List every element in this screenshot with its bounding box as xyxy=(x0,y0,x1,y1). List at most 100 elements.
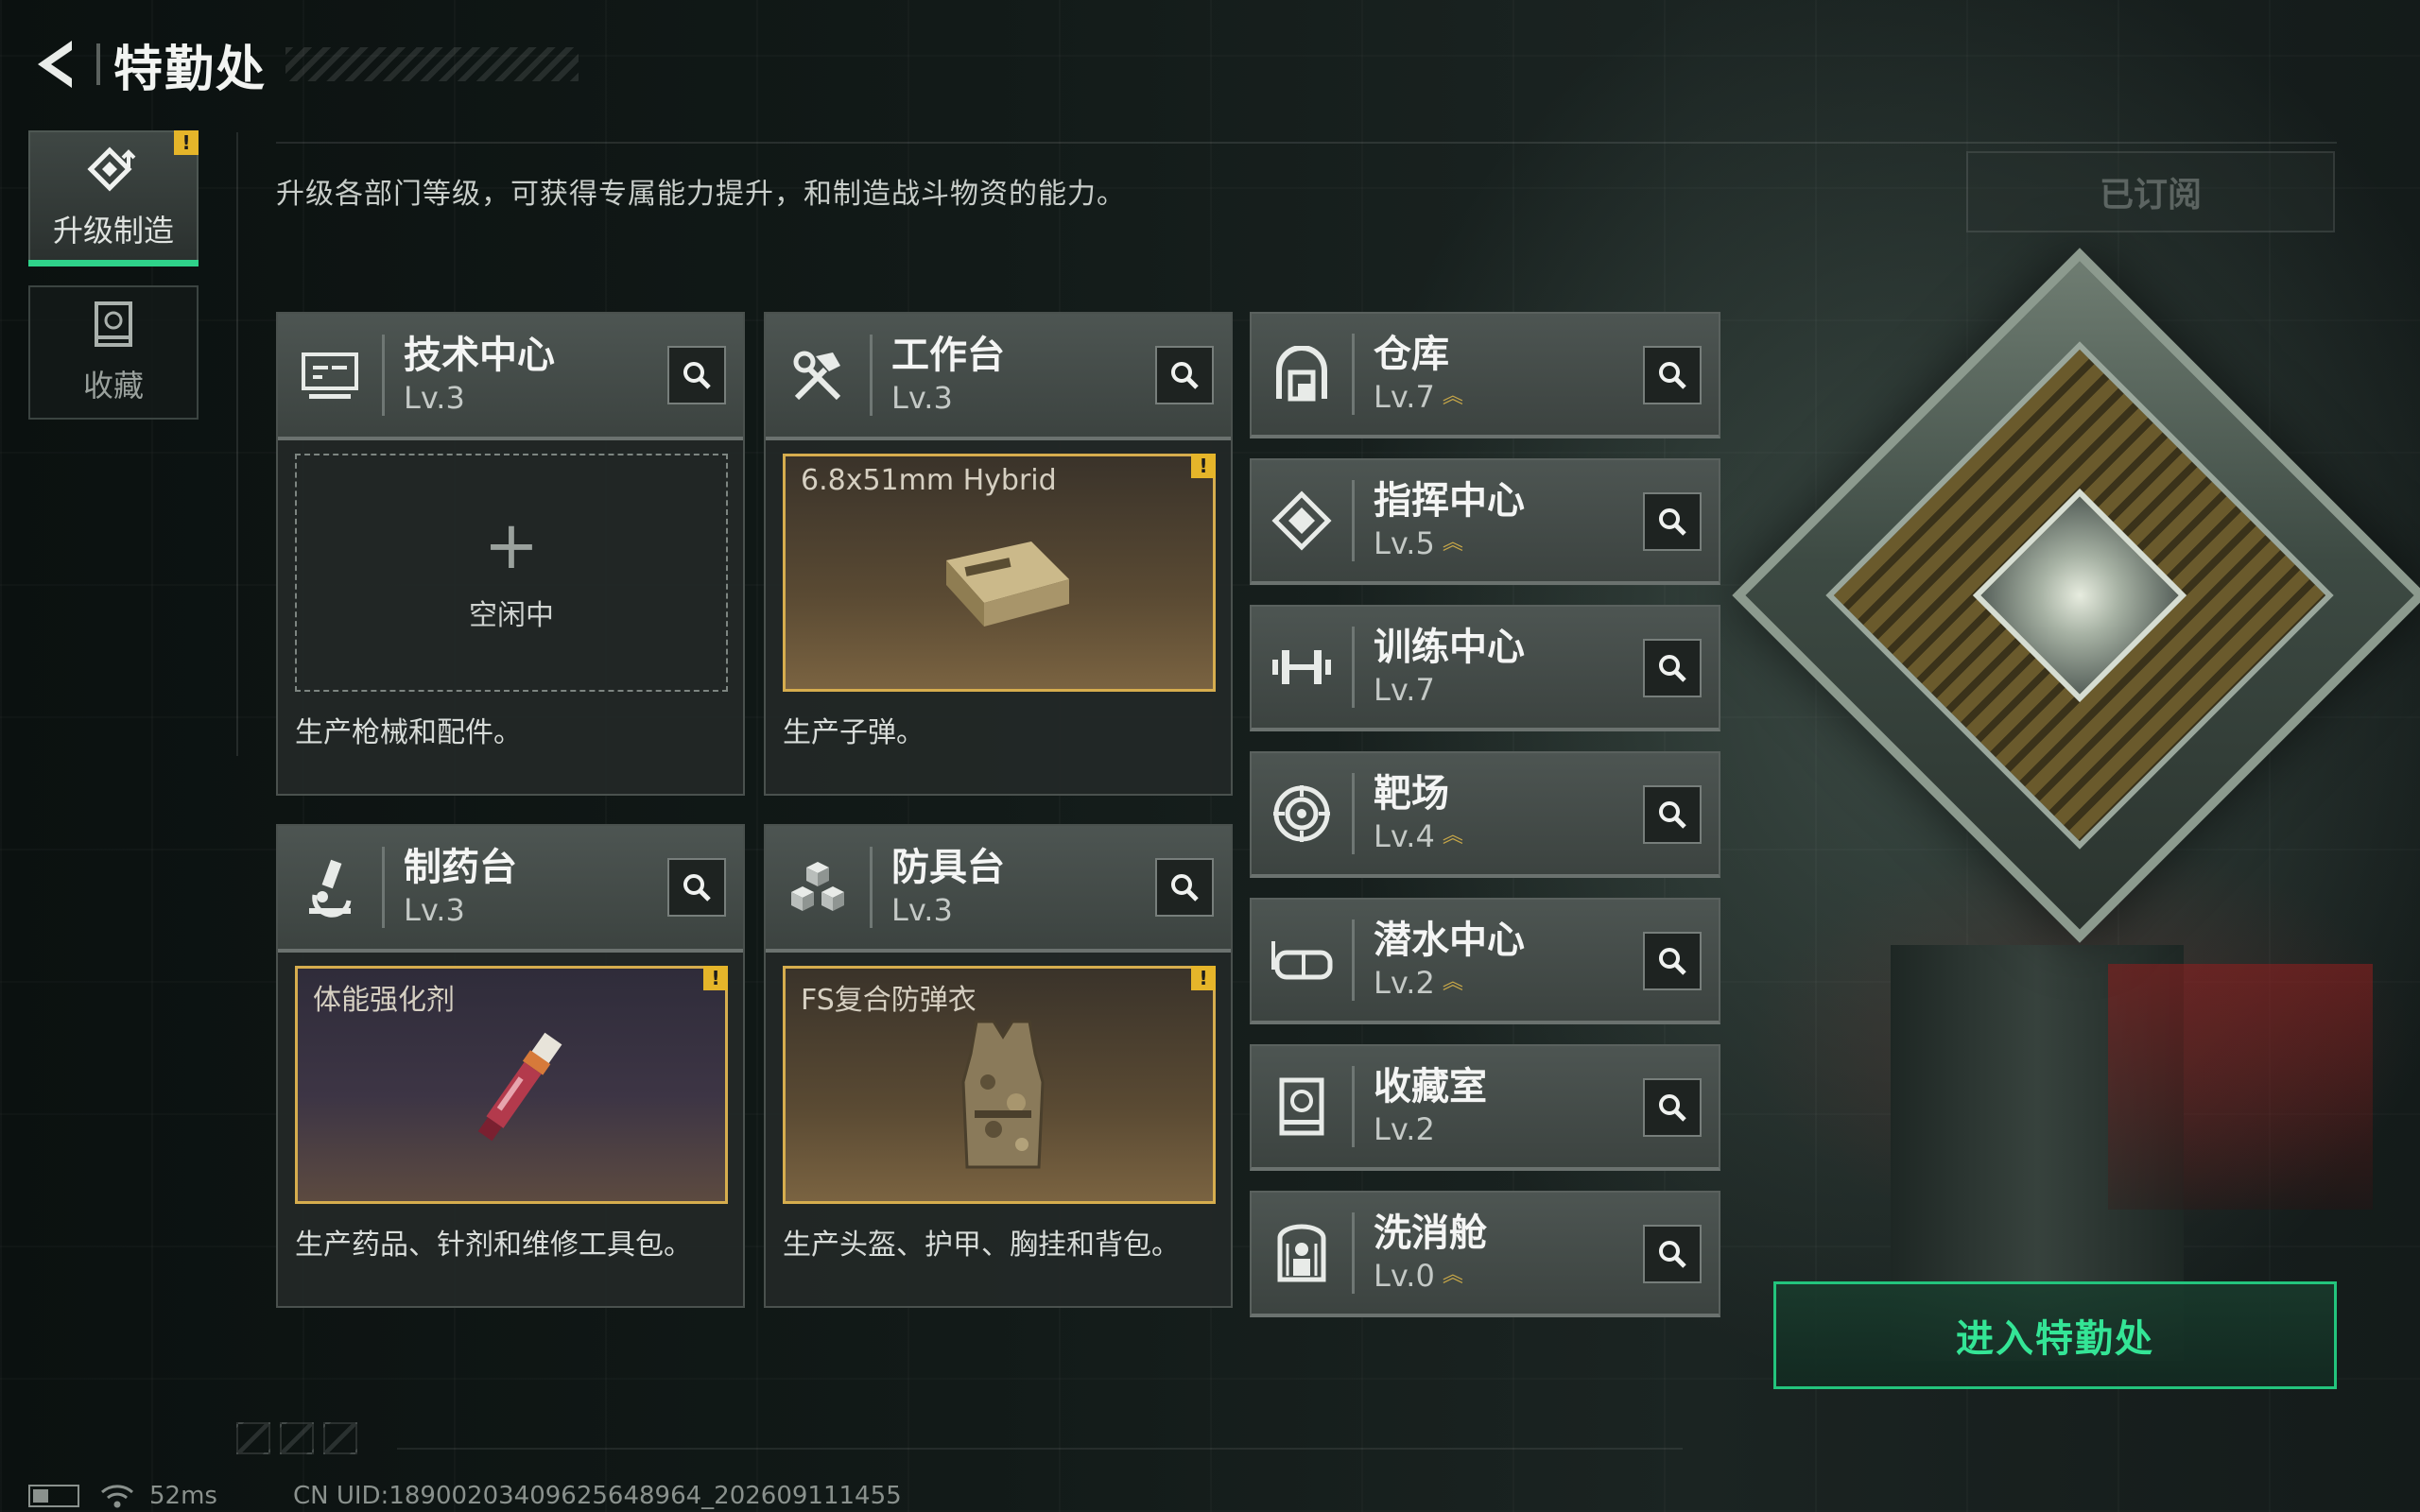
room-row-decontamination[interactable]: 洗消舱 Lv.0 ︽ xyxy=(1250,1191,1720,1317)
header-divider xyxy=(870,847,873,928)
search-icon xyxy=(1659,1094,1686,1122)
title-stripes xyxy=(285,47,579,81)
facility-description: 生产药品、针剂和维修工具包。 xyxy=(295,1228,692,1262)
search-icon xyxy=(1659,1241,1686,1268)
room-row-diving-center[interactable]: 潜水中心 Lv.2 ︽ xyxy=(1250,898,1720,1024)
page-header: 特勤处 xyxy=(28,26,579,102)
room-name: 训练中心 xyxy=(1374,626,1525,669)
room-row-collection-room[interactable]: 收藏室 Lv.2 xyxy=(1250,1044,1720,1171)
search-button[interactable] xyxy=(1643,932,1702,990)
search-button[interactable] xyxy=(1643,785,1702,844)
row-divider xyxy=(1352,773,1355,854)
monitor-icon xyxy=(278,314,382,437)
room-name: 仓库 xyxy=(1374,333,1449,376)
production-slot-empty[interactable]: + 空闲中 xyxy=(295,454,728,692)
search-icon xyxy=(683,874,711,902)
header-divider xyxy=(382,335,385,416)
facility-body: + 空闲中 生产枪械和配件。 xyxy=(278,440,743,794)
diving-mask-icon xyxy=(1252,900,1352,1021)
back-arrow-icon[interactable] xyxy=(28,36,81,93)
room-level: Lv.2 xyxy=(1374,1111,1435,1147)
search-button[interactable] xyxy=(1643,1225,1702,1283)
battery-icon xyxy=(28,1485,79,1507)
side-divider xyxy=(236,132,238,756)
page-title: 特勤处 xyxy=(113,41,268,98)
facility-header[interactable]: 工作台 Lv.3 xyxy=(766,314,1231,440)
room-name: 收藏室 xyxy=(1374,1065,1487,1108)
top-rule xyxy=(276,142,2337,144)
facility-header[interactable]: 技术中心 Lv.3 xyxy=(278,314,743,440)
page-description: 升级各部门等级，可获得专属能力提升，和制造战斗物资的能力。 xyxy=(276,178,1126,211)
facility-header[interactable]: 制药台 Lv.3 xyxy=(278,826,743,953)
room-level: Lv.7 xyxy=(1374,379,1435,415)
plus-icon: + xyxy=(483,507,540,584)
machine-red-light xyxy=(2108,964,2373,1210)
collection-case-icon xyxy=(1252,1046,1352,1167)
upgrade-available-icon: ︽ xyxy=(1442,385,1463,408)
facility-card-tech-center: 技术中心 Lv.3 + 空闲中 生产枪械和配件。 xyxy=(276,312,745,796)
production-slot[interactable]: 体能强化剂 ! xyxy=(295,966,728,1204)
room-level: Lv.0 xyxy=(1374,1258,1435,1294)
decontamination-icon xyxy=(1252,1193,1352,1314)
search-button[interactable] xyxy=(667,858,726,917)
search-button[interactable] xyxy=(1155,858,1214,917)
alert-badge: ! xyxy=(703,966,728,990)
upgrade-available-icon: ︽ xyxy=(1442,1263,1463,1287)
enter-special-ops-button[interactable]: 进入特勤处 xyxy=(1773,1281,2337,1389)
subscribed-button[interactable]: 已订阅 xyxy=(1966,151,2335,232)
search-button[interactable] xyxy=(1643,346,1702,404)
room-level: Lv.4 xyxy=(1374,818,1435,854)
item-name: FS复合防弹衣 xyxy=(801,984,977,1017)
row-divider xyxy=(1352,1212,1355,1294)
facility-level: Lv.3 xyxy=(404,892,465,928)
search-button[interactable] xyxy=(667,346,726,404)
tab-upgrade-manufacture[interactable]: 升级制造 ! xyxy=(28,130,199,266)
room-name: 潜水中心 xyxy=(1374,919,1525,962)
room-name: 靶场 xyxy=(1374,772,1449,816)
tab-collection[interactable]: 收藏 xyxy=(28,285,199,420)
room-row-training-center[interactable]: 训练中心 Lv.7 xyxy=(1250,605,1720,731)
room-level: Lv.7 xyxy=(1374,672,1435,708)
row-divider xyxy=(1352,919,1355,1001)
deco-mark xyxy=(236,1422,270,1454)
search-icon xyxy=(1659,948,1686,975)
header-divider xyxy=(870,335,873,416)
room-row-command-center[interactable]: 指挥中心 Lv.5 ︽ xyxy=(1250,458,1720,585)
facility-card-workbench: 工作台 Lv.3 6.8x51mm Hybrid ! 生产子弹。 xyxy=(764,312,1233,796)
deco-mark xyxy=(280,1422,314,1454)
production-slot[interactable]: FS复合防弹衣 ! xyxy=(783,966,1216,1204)
search-button[interactable] xyxy=(1155,346,1214,404)
deco-mark xyxy=(323,1422,357,1454)
alert-badge: ! xyxy=(174,130,199,155)
search-button[interactable] xyxy=(1643,1078,1702,1137)
row-divider xyxy=(1352,627,1355,708)
active-tab-indicator xyxy=(28,260,199,266)
dumbbell-icon xyxy=(1252,607,1352,728)
search-icon xyxy=(683,362,711,389)
search-button[interactable] xyxy=(1643,492,1702,551)
search-button[interactable] xyxy=(1643,639,1702,697)
facility-name: 防具台 xyxy=(891,846,1005,889)
facility-card-armor-bench: 防具台 Lv.3 FS复合防弹衣 ! 生产头盔、护甲、胸挂和背包。 xyxy=(764,824,1233,1308)
facility-card-pharmacy: 制药台 Lv.3 体能强化剂 ! 生产药品、针剂和维修工具包。 xyxy=(276,824,745,1308)
wifi-icon xyxy=(101,1485,133,1508)
search-icon xyxy=(1171,874,1199,902)
search-icon xyxy=(1659,801,1686,829)
facility-description: 生产头盔、护甲、胸挂和背包。 xyxy=(783,1228,1180,1262)
facility-description: 生产枪械和配件。 xyxy=(295,716,522,749)
room-row-shooting-range[interactable]: 靶场 Lv.4 ︽ xyxy=(1250,751,1720,878)
injector-icon xyxy=(477,1032,562,1142)
item-name: 6.8x51mm Hybrid xyxy=(801,464,1057,497)
ammo-box-icon xyxy=(946,541,1069,627)
microscope-icon xyxy=(278,826,382,949)
facility-body: 6.8x51mm Hybrid ! 生产子弹。 xyxy=(766,440,1231,794)
facility-header[interactable]: 防具台 Lv.3 xyxy=(766,826,1231,953)
room-row-warehouse[interactable]: 仓库 Lv.7 ︽ xyxy=(1250,312,1720,438)
production-slot[interactable]: 6.8x51mm Hybrid ! xyxy=(783,454,1216,692)
upgrade-available-icon: ︽ xyxy=(1442,531,1463,555)
command-diamond-icon xyxy=(1252,460,1352,581)
upgrade-available-icon: ︽ xyxy=(1442,971,1463,994)
alert-badge: ! xyxy=(1191,454,1216,478)
tab-label: 升级制造 xyxy=(52,213,174,249)
facility-body: FS复合防弹衣 ! 生产头盔、护甲、胸挂和背包。 xyxy=(766,953,1231,1306)
